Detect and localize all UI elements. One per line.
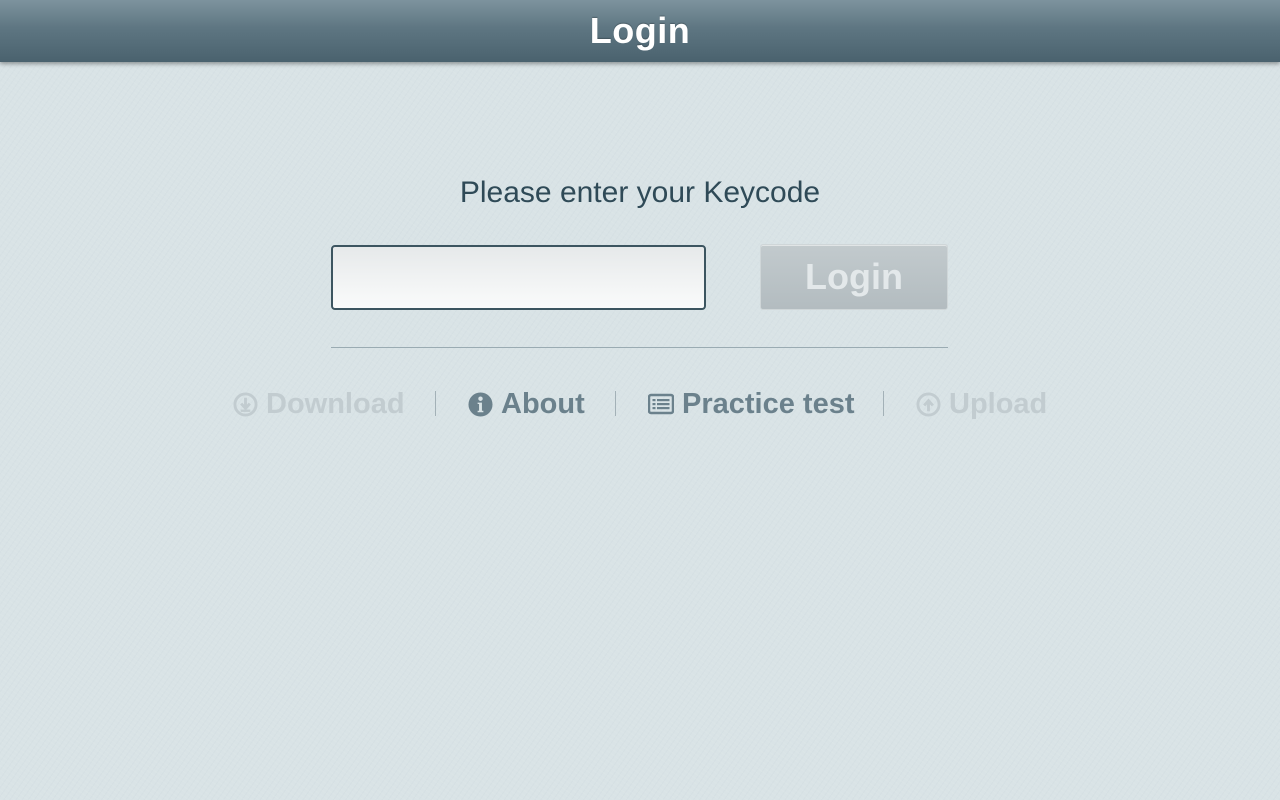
download-label: Download xyxy=(266,387,405,420)
login-button[interactable]: Login xyxy=(760,244,948,310)
upload-link[interactable]: Upload xyxy=(916,386,1047,422)
nav-separator xyxy=(615,391,616,416)
divider xyxy=(331,347,948,348)
practice-test-label: Practice test xyxy=(682,387,855,420)
upload-circle-icon xyxy=(916,391,941,417)
practice-test-link[interactable]: Practice test xyxy=(648,386,855,422)
about-label: About xyxy=(501,387,585,420)
download-link[interactable]: Download xyxy=(233,386,405,422)
title-bar: Login xyxy=(0,0,1280,62)
info-circle-icon xyxy=(468,391,493,417)
keycode-input[interactable] xyxy=(331,245,706,310)
nav-separator xyxy=(883,391,884,416)
about-link[interactable]: About xyxy=(468,386,585,422)
download-circle-icon xyxy=(233,391,258,417)
keycode-prompt: Please enter your Keycode xyxy=(459,176,821,209)
upload-label: Upload xyxy=(949,387,1048,420)
nav-separator xyxy=(435,391,436,416)
list-card-icon xyxy=(648,393,674,415)
page-title: Login xyxy=(589,10,691,51)
